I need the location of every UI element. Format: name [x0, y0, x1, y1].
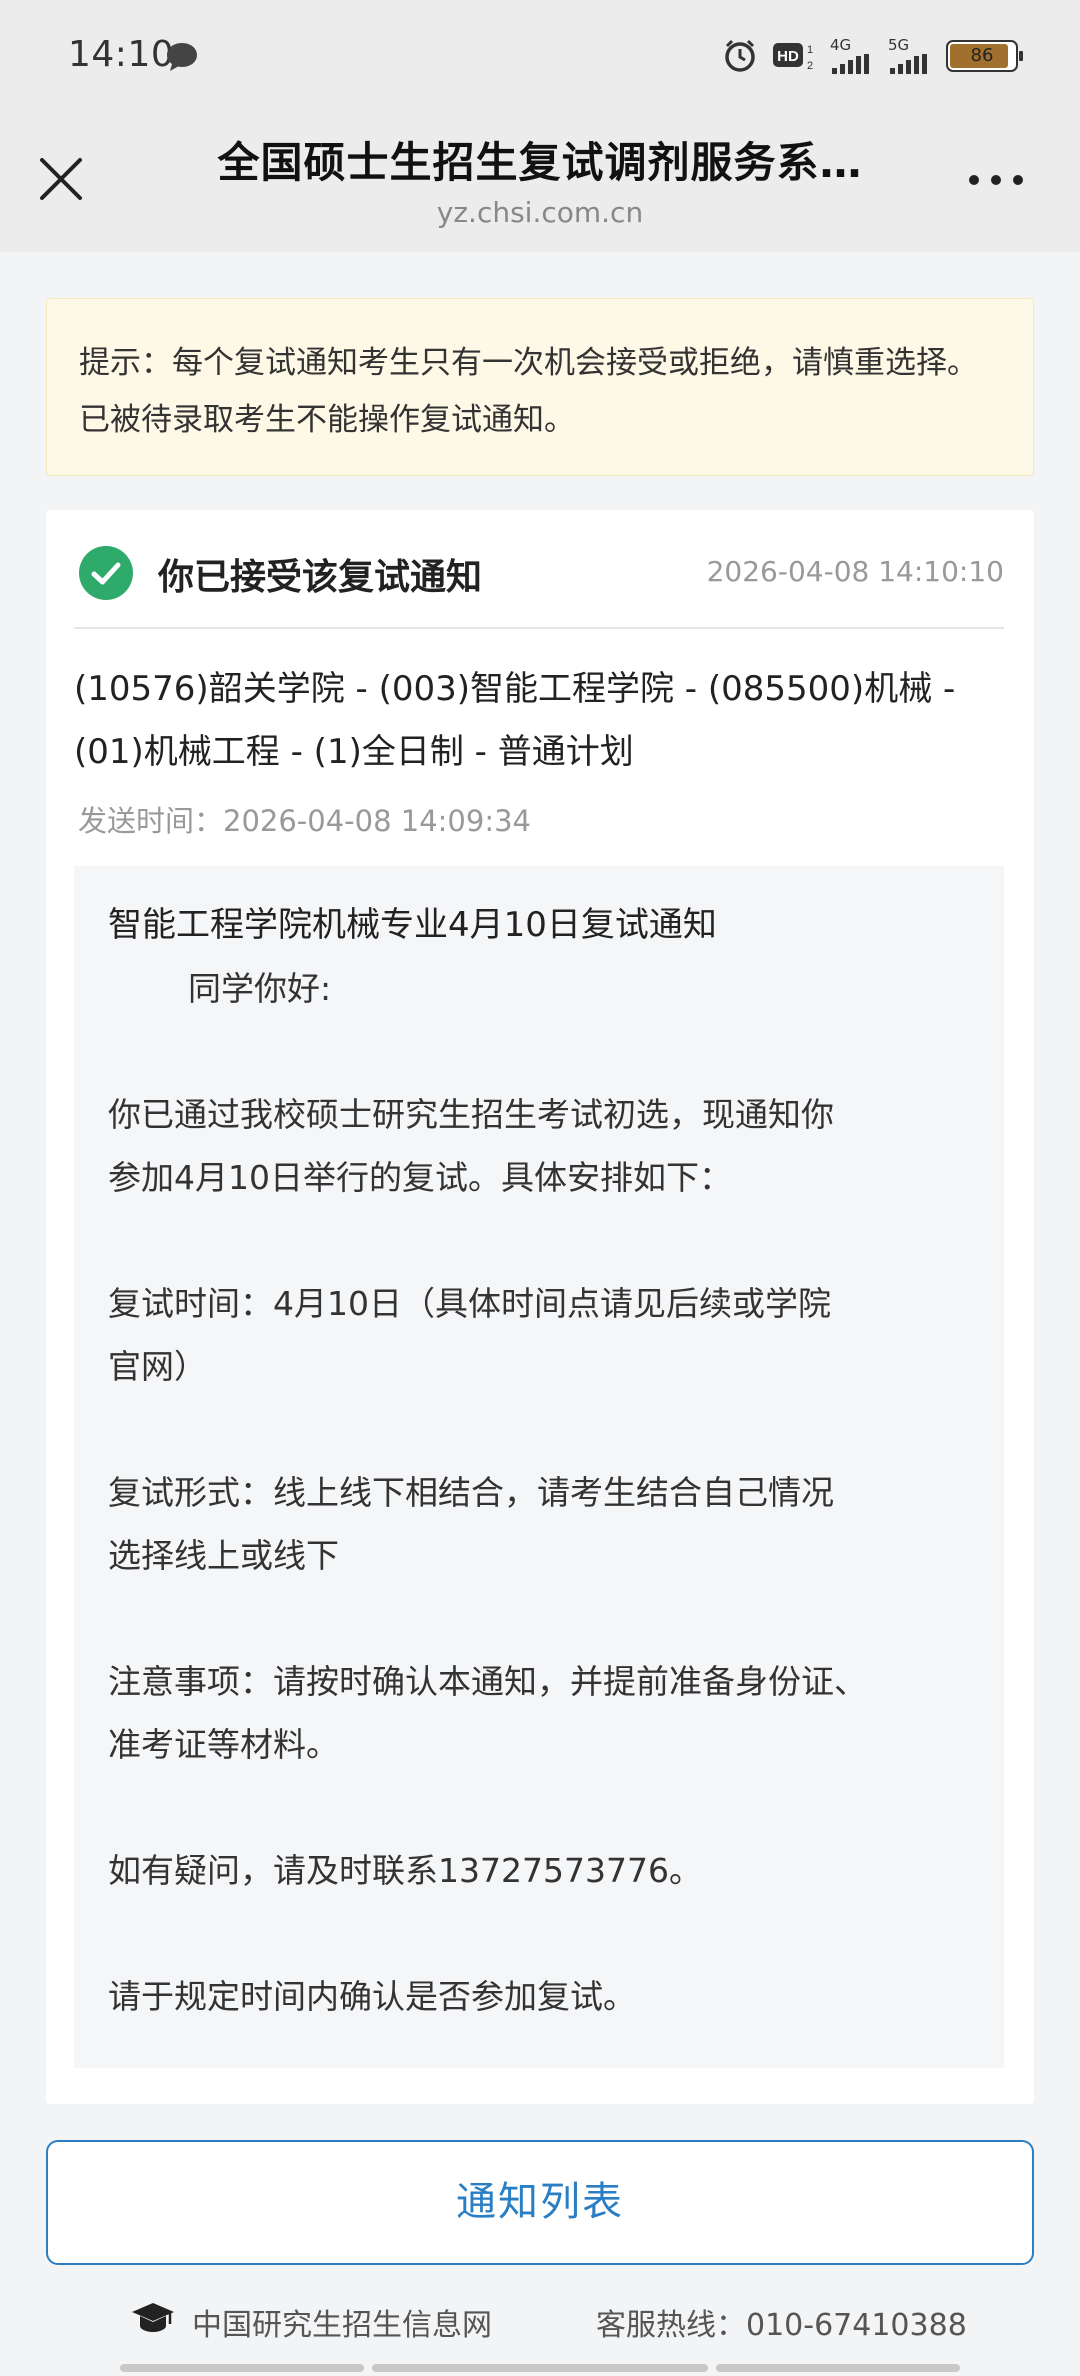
page-url: yz.chsi.com.cn — [436, 196, 644, 229]
more-icon[interactable] — [966, 168, 1026, 192]
status-time: 14:10 — [68, 34, 175, 75]
status-time-stamp: 2026-04-08 14:10:10 — [706, 555, 1004, 588]
footer-org[interactable]: 中国研究生招生信息网 — [192, 2300, 492, 2344]
notice-banner: 提示：每个复试通知考生只有一次机会接受或拒绝，请慎重选择。已被待录取考生不能操作… — [46, 298, 1034, 476]
signal-4g: 4G — [830, 38, 874, 74]
page-title: 全国硕士生招生复试调剂服务系… — [217, 138, 863, 187]
svg-text:HD: HD — [777, 48, 799, 65]
signal-5g: 5G — [888, 38, 932, 74]
message-time-2: 官网） — [108, 1347, 207, 1386]
status-text: 你已接受该复试通知 — [158, 557, 483, 598]
close-icon[interactable] — [38, 156, 84, 202]
network-label-2: 5G — [888, 36, 910, 54]
notification-list-button[interactable]: 通知列表 — [46, 2140, 1034, 2265]
sent-time: 发送时间：2026-04-08 14:09:34 — [78, 804, 531, 838]
signal-icon — [890, 54, 927, 74]
battery-tip — [1019, 51, 1023, 61]
message-form-2: 选择线上或线下 — [108, 1536, 339, 1575]
message-greeting: 同学你好: — [188, 969, 332, 1008]
message-intro-1: 你已通过我校硕士研究生招生考试初选，现通知你 — [108, 1095, 834, 1134]
svg-text:1: 1 — [807, 44, 813, 56]
message-title: 智能工程学院机械专业4月10日复试通知 — [108, 905, 717, 945]
network-label-1: 4G — [830, 36, 852, 54]
hd-icon: HD 1 2 — [773, 43, 813, 72]
divider — [74, 627, 1004, 629]
message-intro-2: 参加4月10日举行的复试。具体安排如下： — [108, 1158, 732, 1197]
status-indicators: HD 1 2 4G 5G 86 — [722, 34, 1023, 78]
message-notes-2: 准考证等材料。 — [108, 1725, 339, 1764]
graduation-cap-icon — [132, 2303, 174, 2332]
home-indicator — [372, 2364, 708, 2372]
home-indicator — [120, 2364, 364, 2372]
signal-icon — [832, 54, 869, 74]
message-notes-1: 注意事项：请按时确认本通知，并提前准备身份证、 — [108, 1662, 867, 1701]
battery-icon: 86 — [946, 40, 1023, 72]
status-bar: 14:10 HD 1 2 4G 5G 86 — [0, 0, 1080, 115]
message-box: 智能工程学院机械专业4月10日复试通知 同学你好: 你已通过我校硕士研究生招生考… — [74, 866, 1004, 2068]
program-line-1: (10576)韶关学院 - (003)智能工程学院 - (085500)机械 - — [74, 669, 956, 709]
footer-hotline[interactable]: 客服热线：010-67410388 — [596, 2300, 967, 2344]
page: 14:10 HD 1 2 4G 5G 86 全国硕士生招生复试调剂服务系… yz… — [0, 0, 1080, 2376]
chat-bubble-icon — [167, 43, 197, 71]
check-circle-icon — [79, 546, 133, 600]
battery-percent: 86 — [970, 45, 994, 66]
message-form-1: 复试形式：线上线下相结合，请考生结合自己情况 — [108, 1473, 834, 1512]
message-confirm: 请于规定时间内确认是否参加复试。 — [108, 1977, 636, 2016]
program-line-2: (01)机械工程 - (1)全日制 - 普通计划 — [74, 732, 634, 772]
alarm-icon — [725, 39, 755, 72]
message-contact: 如有疑问，请及时联系13727573776。 — [108, 1851, 702, 1890]
home-indicator — [716, 2364, 960, 2372]
program-info: (10576)韶关学院 - (003)智能工程学院 - (085500)机械 -… — [74, 658, 1014, 784]
message-time-1: 复试时间：4月10日（具体时间点请见后续或学院 — [108, 1284, 831, 1323]
svg-text:2: 2 — [807, 60, 813, 72]
